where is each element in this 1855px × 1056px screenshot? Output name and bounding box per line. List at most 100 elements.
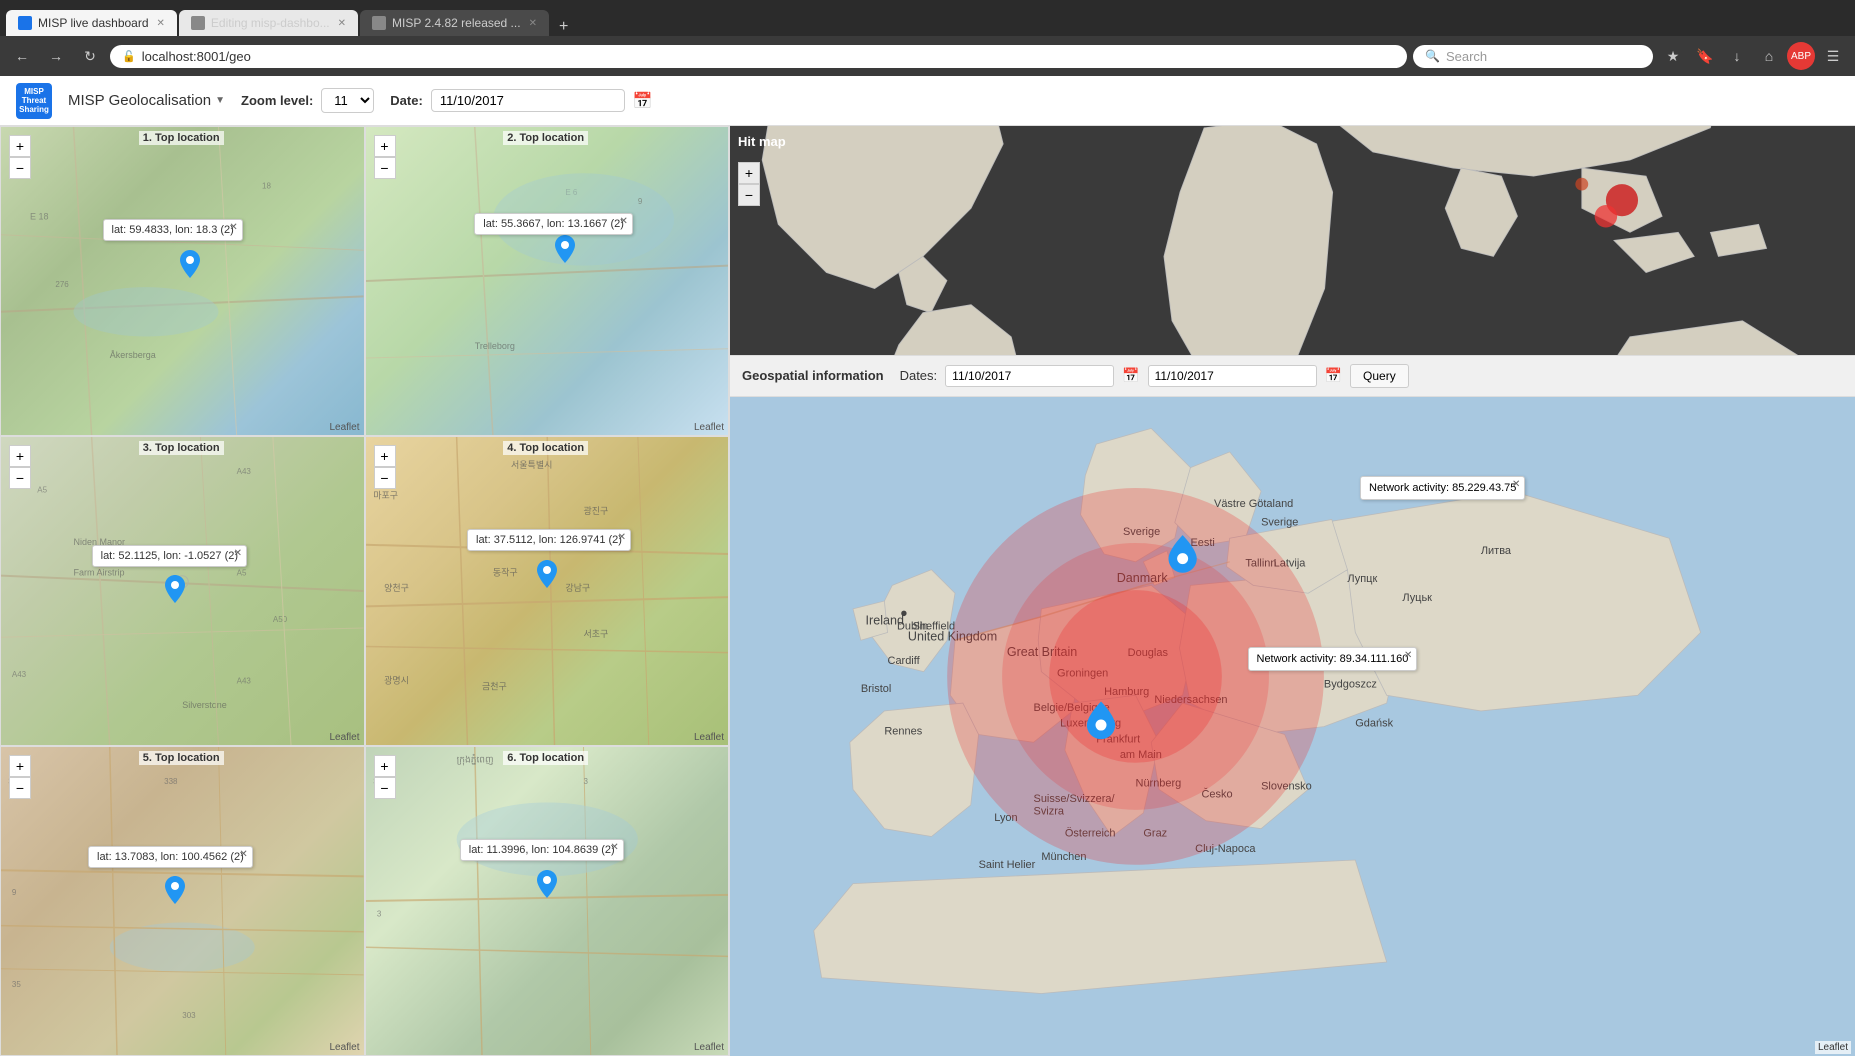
home-button[interactable]: ⌂	[1755, 42, 1783, 70]
hitmap-zoom-out[interactable]: −	[738, 184, 760, 206]
net-popup-text-1: Network activity: 85.229.43.75	[1369, 482, 1516, 494]
map-roads-2: E 6 E 22 Trelleborg 9	[366, 127, 729, 435]
download-button[interactable]: ↓	[1723, 42, 1751, 70]
hitmap-title: Hit map	[738, 134, 786, 149]
menu-button[interactable]: ☰	[1819, 42, 1847, 70]
tab-close-2[interactable]: ✕	[338, 18, 346, 29]
map-controls-5: + −	[9, 755, 31, 799]
zoom-out-5[interactable]: −	[9, 777, 31, 799]
svg-text:동작구: 동작구	[492, 568, 517, 578]
geo-section: Geospatial information Dates: 📅 📅 Query	[730, 355, 1855, 1056]
misp-logo-text: MISPThreatSharing	[19, 87, 49, 114]
tile-title-3: 3. Top location	[139, 441, 224, 455]
geo-title: Geospatial information	[742, 368, 884, 383]
net-popup-close-1[interactable]: ✕	[1512, 479, 1520, 490]
map-marker-4	[537, 560, 557, 591]
svg-text:Bydgoszcz: Bydgoszcz	[1324, 678, 1377, 690]
popup-close-4[interactable]: ✕	[618, 532, 626, 543]
tab-editing[interactable]: Editing misp-dashbo... ✕	[179, 10, 358, 36]
forward-button[interactable]: →	[42, 42, 70, 70]
svg-text:Cardiff: Cardiff	[888, 655, 921, 667]
zoom-in-2[interactable]: +	[374, 135, 396, 157]
svg-text:마포구: 마포구	[373, 491, 398, 501]
popup-close-6[interactable]: ✕	[610, 842, 618, 853]
map-roads-4: 마포구 서울특별시 광진구 양천구 동작구 강남구 서초구 광명시 금천구	[366, 437, 729, 745]
url-text: localhost:8001/geo	[142, 49, 251, 64]
avatar-button[interactable]: ABP	[1787, 42, 1815, 70]
bookmark-button[interactable]: 🔖	[1691, 42, 1719, 70]
tab-close-1[interactable]: ✕	[157, 18, 165, 29]
svg-text:Åkersberga: Åkersberga	[110, 350, 156, 360]
calendar-icon[interactable]: 📅	[633, 91, 653, 111]
search-box[interactable]: 🔍 Search	[1413, 45, 1653, 68]
svg-text:3: 3	[583, 777, 588, 786]
network-popup-2: ✕ Network activity: 89.34.111.160	[1248, 647, 1418, 671]
geo-date-to[interactable]	[1148, 365, 1317, 387]
map-popup-3: ✕ lat: 52.1125, lon: -1.0527 (2)	[92, 545, 247, 567]
popup-text-1: lat: 59.4833, lon: 18.3 (2)	[112, 224, 234, 236]
svg-text:Gdańsk: Gdańsk	[1355, 717, 1393, 729]
net-popup-close-2[interactable]: ✕	[1404, 650, 1412, 661]
zoom-control: Zoom level: 11 5 8 12	[241, 88, 374, 113]
map-popup-4: ✕ lat: 37.5112, lon: 126.9741 (2)	[467, 529, 631, 551]
zoom-out-2[interactable]: −	[374, 157, 396, 179]
tab-label-1: MISP live dashboard	[38, 16, 149, 30]
svg-text:서울특별시: 서울특별시	[511, 460, 552, 470]
tab-favicon-3	[372, 16, 386, 30]
zoom-in-6[interactable]: +	[374, 755, 396, 777]
popup-close-5[interactable]: ✕	[239, 849, 247, 860]
svg-text:강남구: 강남구	[565, 583, 590, 593]
zoom-in-5[interactable]: +	[9, 755, 31, 777]
svg-text:338: 338	[164, 777, 178, 786]
query-button[interactable]: Query	[1350, 364, 1409, 388]
new-tab-button[interactable]: +	[551, 18, 576, 36]
zoom-select[interactable]: 11 5 8 12	[321, 88, 374, 113]
zoom-in-3[interactable]: +	[9, 445, 31, 467]
map-popup-2: ✕ lat: 55.3667, lon: 13.1667 (2)	[474, 213, 633, 235]
map-marker-2	[555, 235, 575, 266]
tile-title-5: 5. Top location	[139, 751, 224, 765]
popup-close-2[interactable]: ✕	[620, 216, 628, 227]
right-panel: Hit map + −	[730, 126, 1855, 1056]
tab-favicon-1	[18, 16, 32, 30]
zoom-out-1[interactable]: −	[9, 157, 31, 179]
geo-cal-to[interactable]: 📅	[1325, 367, 1342, 384]
zoom-label: Zoom level:	[241, 93, 313, 108]
refresh-button[interactable]: ↻	[76, 42, 104, 70]
back-button[interactable]: ←	[8, 42, 36, 70]
svg-text:9: 9	[637, 197, 642, 206]
geo-date-from[interactable]	[945, 365, 1114, 387]
map-marker-1	[180, 250, 200, 281]
svg-text:3: 3	[376, 909, 381, 918]
geo-cal-from[interactable]: 📅	[1122, 367, 1139, 384]
tab-close-3[interactable]: ✕	[529, 18, 537, 29]
date-input[interactable]	[431, 89, 625, 112]
popup-close-3[interactable]: ✕	[234, 548, 242, 559]
zoom-out-4[interactable]: −	[374, 467, 396, 489]
popup-text-5: lat: 13.7083, lon: 100.4562 (2)	[97, 851, 244, 863]
world-map-svg: 0 1 2 3 4	[730, 126, 1855, 355]
hitmap-zoom-in[interactable]: +	[738, 162, 760, 184]
svg-text:Bristol: Bristol	[861, 683, 891, 695]
svg-text:Луцьк: Луцьк	[1402, 592, 1432, 604]
app-title[interactable]: MISP Geolocalisation ▼	[68, 92, 225, 109]
zoom-in-4[interactable]: +	[374, 445, 396, 467]
tab-dashboard[interactable]: MISP live dashboard ✕	[6, 10, 177, 36]
zoom-out-3[interactable]: −	[9, 467, 31, 489]
svg-text:Trelleborg: Trelleborg	[474, 341, 514, 351]
map-popup-1: ✕ lat: 59.4833, lon: 18.3 (2)	[103, 219, 243, 241]
popup-close-1[interactable]: ✕	[229, 222, 237, 233]
geo-map-container: Ireland Dublin ● United Kingdom Sheffiel…	[730, 397, 1855, 1056]
app-title-text: MISP Geolocalisation	[68, 92, 211, 109]
leaflet-4: Leaflet	[694, 732, 724, 743]
tile-title-6: 6. Top location	[503, 751, 588, 765]
star-button[interactable]: ★	[1659, 42, 1687, 70]
map-marker-5	[165, 876, 185, 907]
svg-text:A43: A43	[237, 467, 252, 476]
zoom-out-6[interactable]: −	[374, 777, 396, 799]
svg-text:E 18: E 18	[30, 211, 49, 221]
svg-text:9: 9	[12, 888, 17, 897]
zoom-in-1[interactable]: +	[9, 135, 31, 157]
tab-release[interactable]: MISP 2.4.82 released ... ✕	[360, 10, 549, 36]
url-box[interactable]: 🔓 localhost:8001/geo	[110, 45, 1407, 68]
